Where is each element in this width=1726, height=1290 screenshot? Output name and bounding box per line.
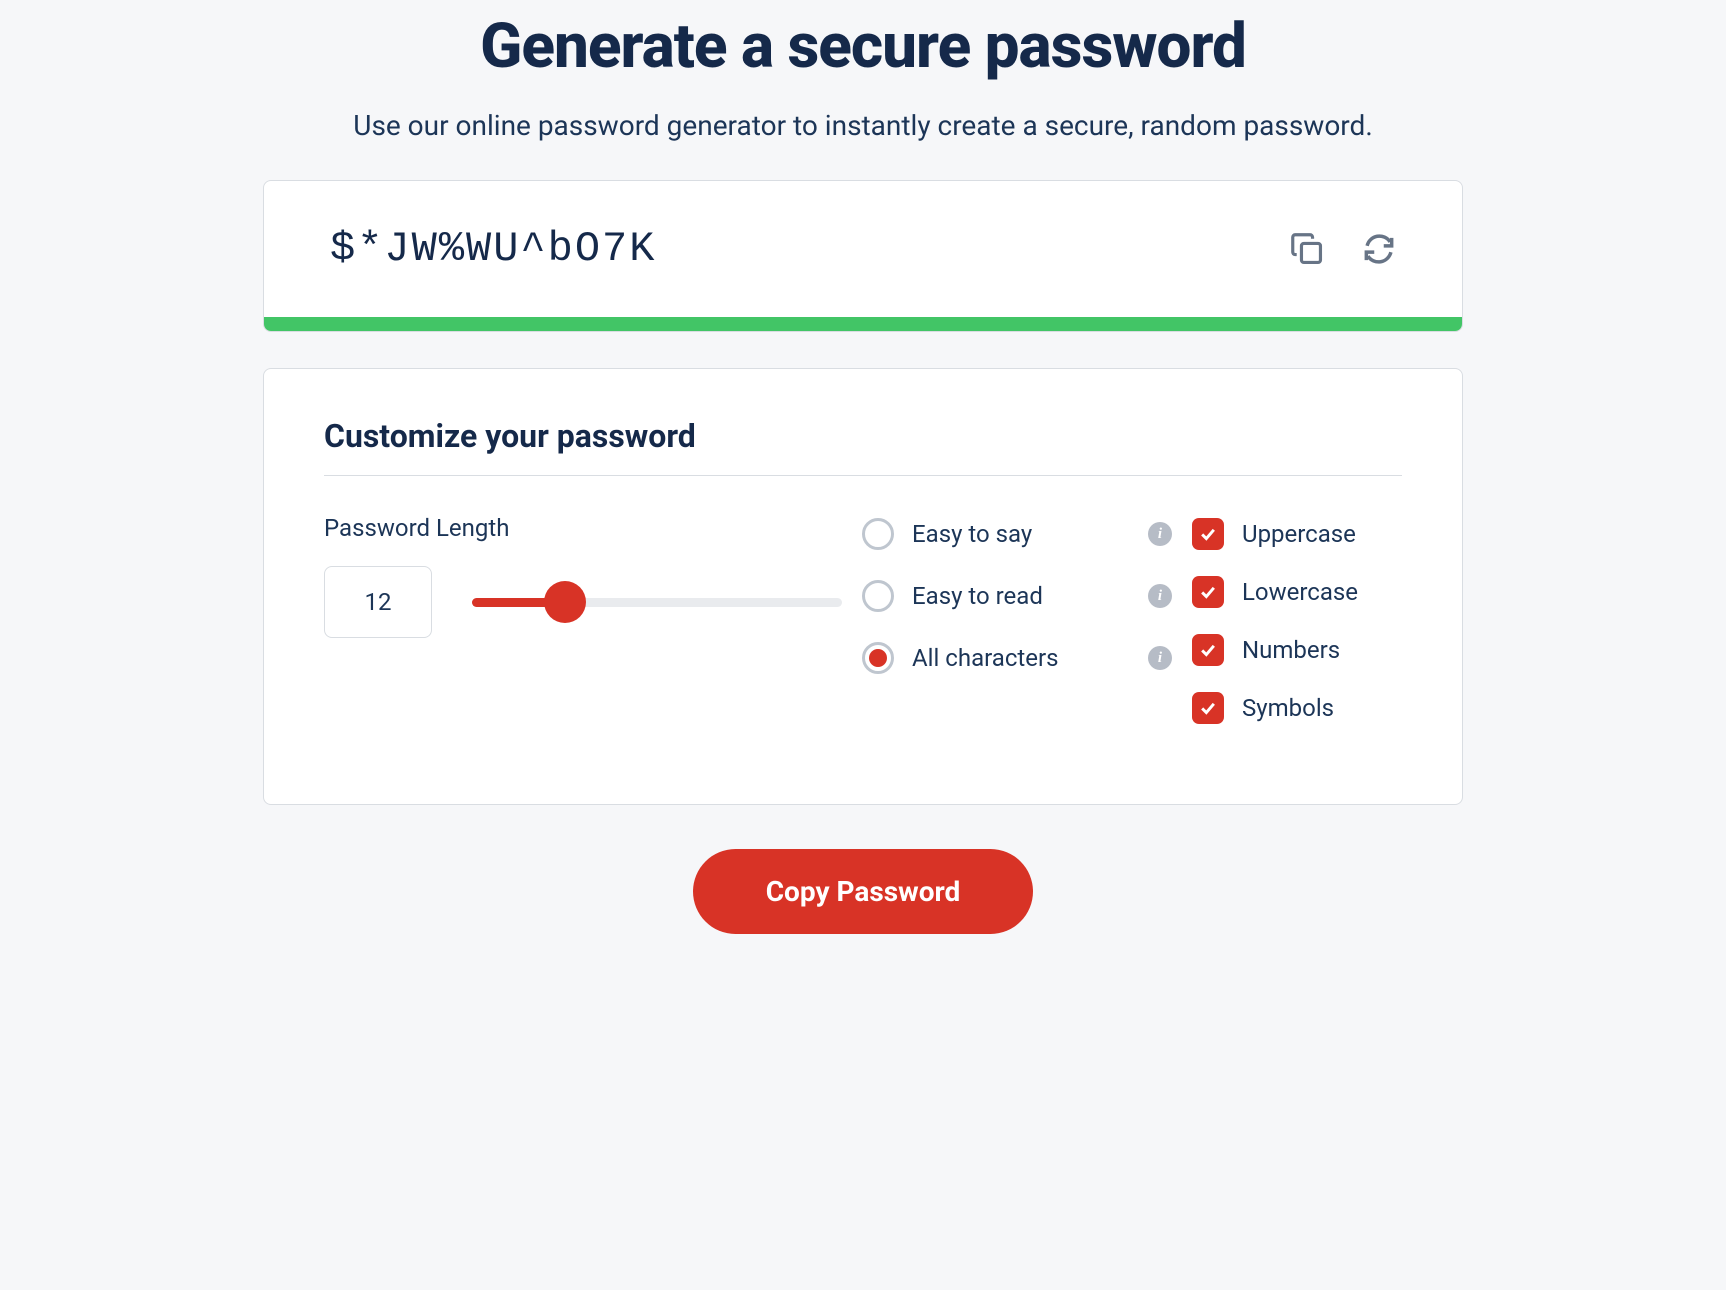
slider-thumb[interactable] <box>544 581 586 623</box>
charset-numbers[interactable]: Numbers <box>1192 634 1402 666</box>
password-card: $*JW%WU^bO7K <box>263 180 1463 332</box>
charset-symbols[interactable]: Symbols <box>1192 692 1402 724</box>
radio-icon[interactable] <box>862 642 894 674</box>
info-icon[interactable]: i <box>1148 522 1172 546</box>
charset-lowercase[interactable]: Lowercase <box>1192 576 1402 608</box>
length-column: Password Length <box>324 514 842 638</box>
checkbox-icon[interactable] <box>1192 634 1224 666</box>
customize-card: Customize your password Password Length <box>263 368 1463 805</box>
mode-easy-to-say[interactable]: Easy to say i <box>862 518 1172 550</box>
radio-icon[interactable] <box>862 518 894 550</box>
copy-icon-button[interactable] <box>1284 226 1330 272</box>
customize-title: Customize your password <box>324 417 1402 476</box>
charset-uppercase[interactable]: Uppercase <box>1192 518 1402 550</box>
option-label: Lowercase <box>1242 578 1358 606</box>
info-icon[interactable]: i <box>1148 646 1172 670</box>
length-label: Password Length <box>324 514 842 542</box>
strength-bar <box>264 317 1462 331</box>
mode-all-characters[interactable]: All characters i <box>862 642 1172 674</box>
length-slider[interactable] <box>472 582 842 622</box>
charset-options: Uppercase Lowercase Numbers <box>1192 514 1402 724</box>
copy-icon <box>1288 230 1326 268</box>
radio-icon[interactable] <box>862 580 894 612</box>
length-input[interactable] <box>324 566 432 638</box>
copy-password-button[interactable]: Copy Password <box>693 849 1033 934</box>
checkbox-icon[interactable] <box>1192 576 1224 608</box>
mode-easy-to-read[interactable]: Easy to read i <box>862 580 1172 612</box>
info-icon[interactable]: i <box>1148 584 1172 608</box>
mode-options: Easy to say i Easy to read i All charact… <box>862 514 1172 674</box>
checkbox-icon[interactable] <box>1192 692 1224 724</box>
option-label: All characters <box>912 644 1059 672</box>
generated-password: $*JW%WU^bO7K <box>330 225 1260 273</box>
option-label: Symbols <box>1242 694 1334 722</box>
page-subtitle: Use our online password generator to ins… <box>263 109 1463 142</box>
page-title: Generate a secure password <box>263 10 1463 83</box>
option-label: Numbers <box>1242 636 1340 664</box>
option-label: Uppercase <box>1242 520 1356 548</box>
regenerate-button[interactable] <box>1356 226 1402 272</box>
checkbox-icon[interactable] <box>1192 518 1224 550</box>
refresh-icon <box>1360 230 1398 268</box>
option-label: Easy to say <box>912 520 1032 548</box>
option-label: Easy to read <box>912 582 1043 610</box>
